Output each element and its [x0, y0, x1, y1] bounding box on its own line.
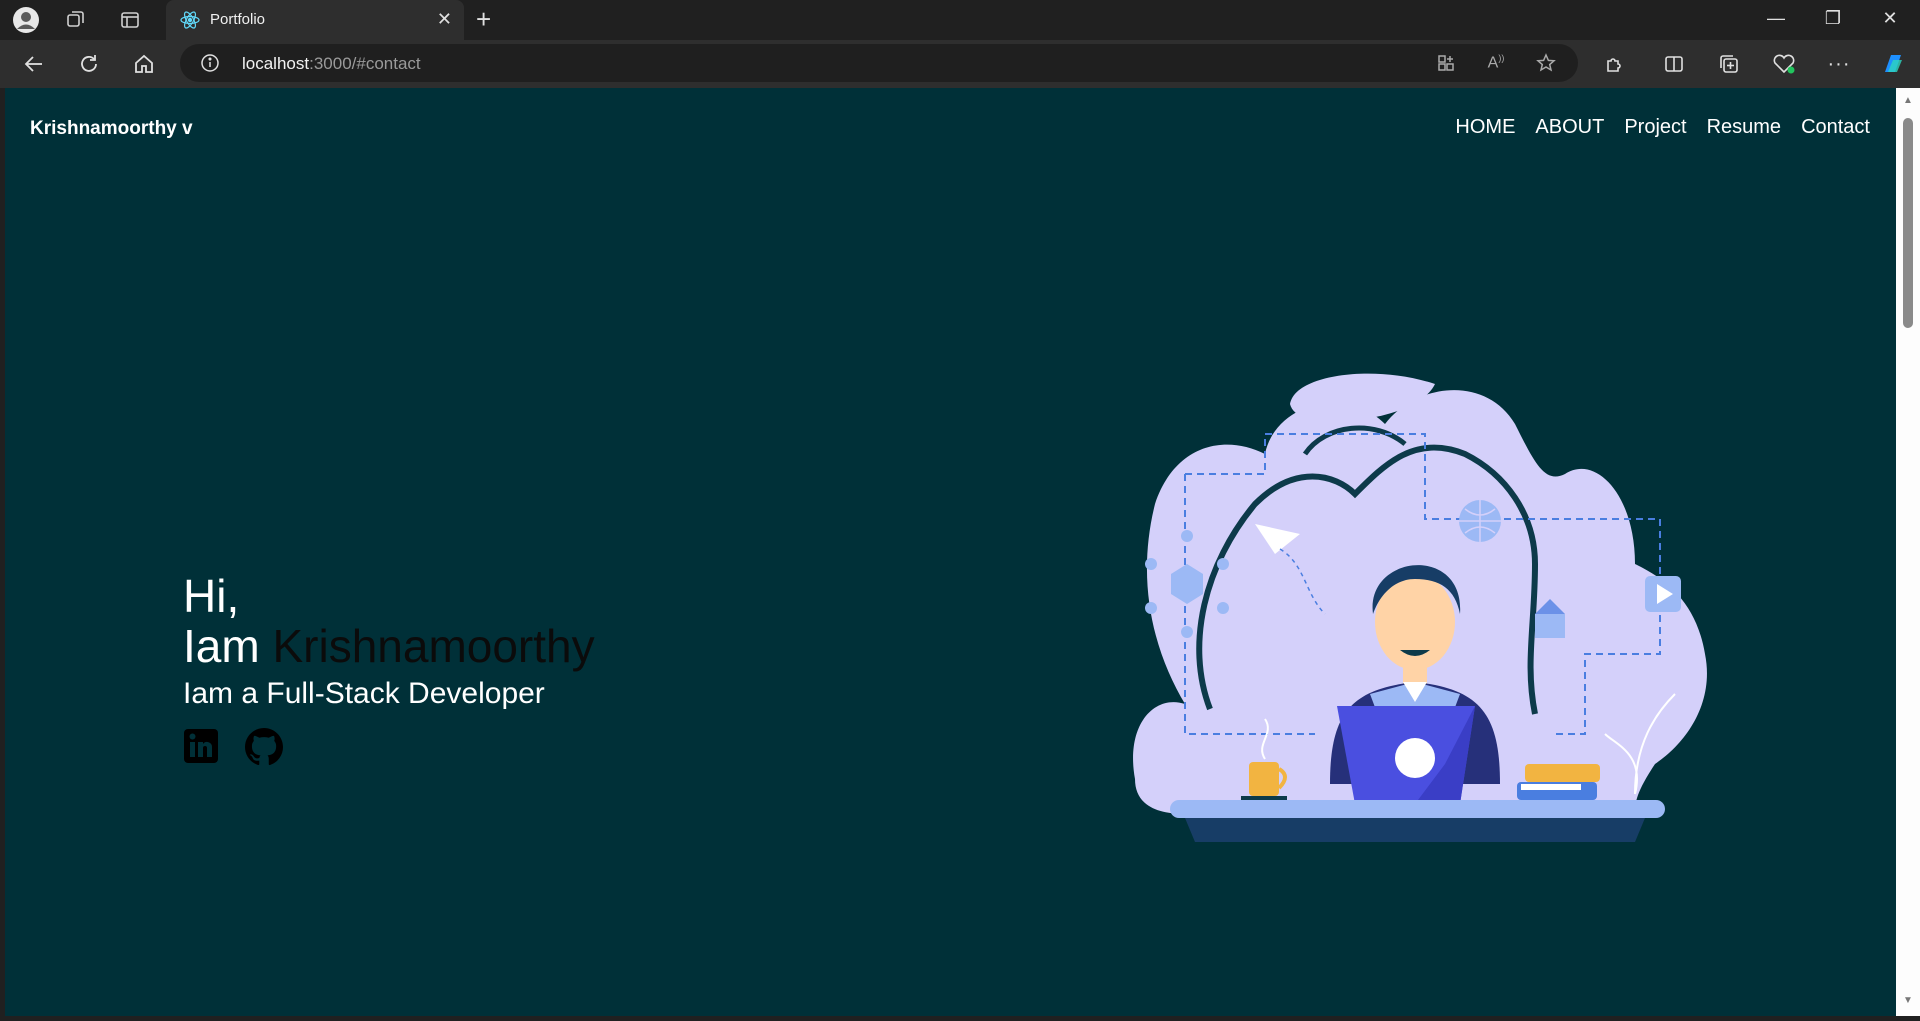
- nav-project[interactable]: Project: [1624, 116, 1686, 139]
- favorite-icon[interactable]: [1534, 51, 1558, 75]
- url-text[interactable]: localhost:3000/#contact: [242, 54, 421, 74]
- scroll-thumb[interactable]: [1903, 118, 1913, 328]
- developer-illustration: [1115, 364, 1715, 1004]
- collections-icon[interactable]: [1715, 50, 1743, 78]
- tab-title: Portfolio: [210, 11, 266, 28]
- browser-toolbar: localhost:3000/#contact A)) ···: [0, 40, 1920, 88]
- hero-iam: Iam: [183, 620, 260, 672]
- vertical-tabs-icon[interactable]: [116, 6, 144, 34]
- scroll-up-icon[interactable]: ▲: [1902, 96, 1914, 106]
- tab-bar: Portfolio ✕ + — ❐ ✕: [0, 0, 1920, 40]
- profile-icon[interactable]: [12, 6, 40, 34]
- app-icon[interactable]: [1434, 51, 1458, 75]
- page-viewport: Krishnamoorthy v HOME ABOUT Project Resu…: [5, 88, 1896, 1016]
- extensions-icon[interactable]: [1601, 50, 1629, 78]
- hero-intro: Iam Krishnamoorthy: [183, 620, 595, 672]
- nav-home[interactable]: HOME: [1455, 116, 1515, 139]
- home-icon[interactable]: [130, 50, 158, 78]
- split-screen-icon[interactable]: [1660, 50, 1688, 78]
- nav-resume[interactable]: Resume: [1707, 116, 1781, 139]
- page-scrollbar[interactable]: ▲ ▼: [1896, 88, 1920, 1016]
- read-aloud-icon[interactable]: A)): [1484, 51, 1508, 75]
- refresh-icon[interactable]: [75, 50, 103, 78]
- main-nav: HOME ABOUT Project Resume Contact: [1455, 116, 1870, 139]
- hero-name: Krishnamoorthy: [272, 620, 595, 672]
- hero-section: Hi, Iam Krishnamoorthy Iam a Full-Stack …: [183, 572, 595, 714]
- workspaces-icon[interactable]: [62, 6, 90, 34]
- minimize-button[interactable]: —: [1756, 8, 1796, 29]
- brand-logo[interactable]: Krishnamoorthy v: [30, 118, 193, 140]
- linkedin-icon[interactable]: [183, 728, 219, 764]
- address-bar[interactable]: localhost:3000/#contact A)): [180, 44, 1578, 82]
- tab-portfolio[interactable]: Portfolio ✕: [166, 0, 464, 40]
- back-icon[interactable]: [20, 50, 48, 78]
- url-path: :3000/#contact: [309, 54, 421, 73]
- close-window-button[interactable]: ✕: [1870, 8, 1910, 29]
- hero-greeting: Hi,: [183, 570, 240, 622]
- nav-about[interactable]: ABOUT: [1535, 116, 1604, 139]
- nav-contact[interactable]: Contact: [1801, 116, 1870, 139]
- more-icon[interactable]: ···: [1825, 50, 1853, 78]
- social-links: [183, 728, 283, 766]
- new-tab-button[interactable]: +: [476, 5, 491, 33]
- url-host: localhost: [242, 54, 310, 73]
- close-tab-icon[interactable]: ✕: [437, 9, 452, 30]
- github-icon[interactable]: [245, 728, 283, 766]
- performance-icon[interactable]: [1770, 50, 1798, 78]
- info-icon[interactable]: [198, 51, 222, 75]
- copilot-icon[interactable]: [1879, 50, 1907, 78]
- scroll-down-icon[interactable]: ▼: [1902, 996, 1914, 1006]
- hero-role: Iam a Full-Stack Developer: [183, 677, 545, 710]
- react-icon: [180, 10, 200, 35]
- maximize-button[interactable]: ❐: [1813, 8, 1853, 29]
